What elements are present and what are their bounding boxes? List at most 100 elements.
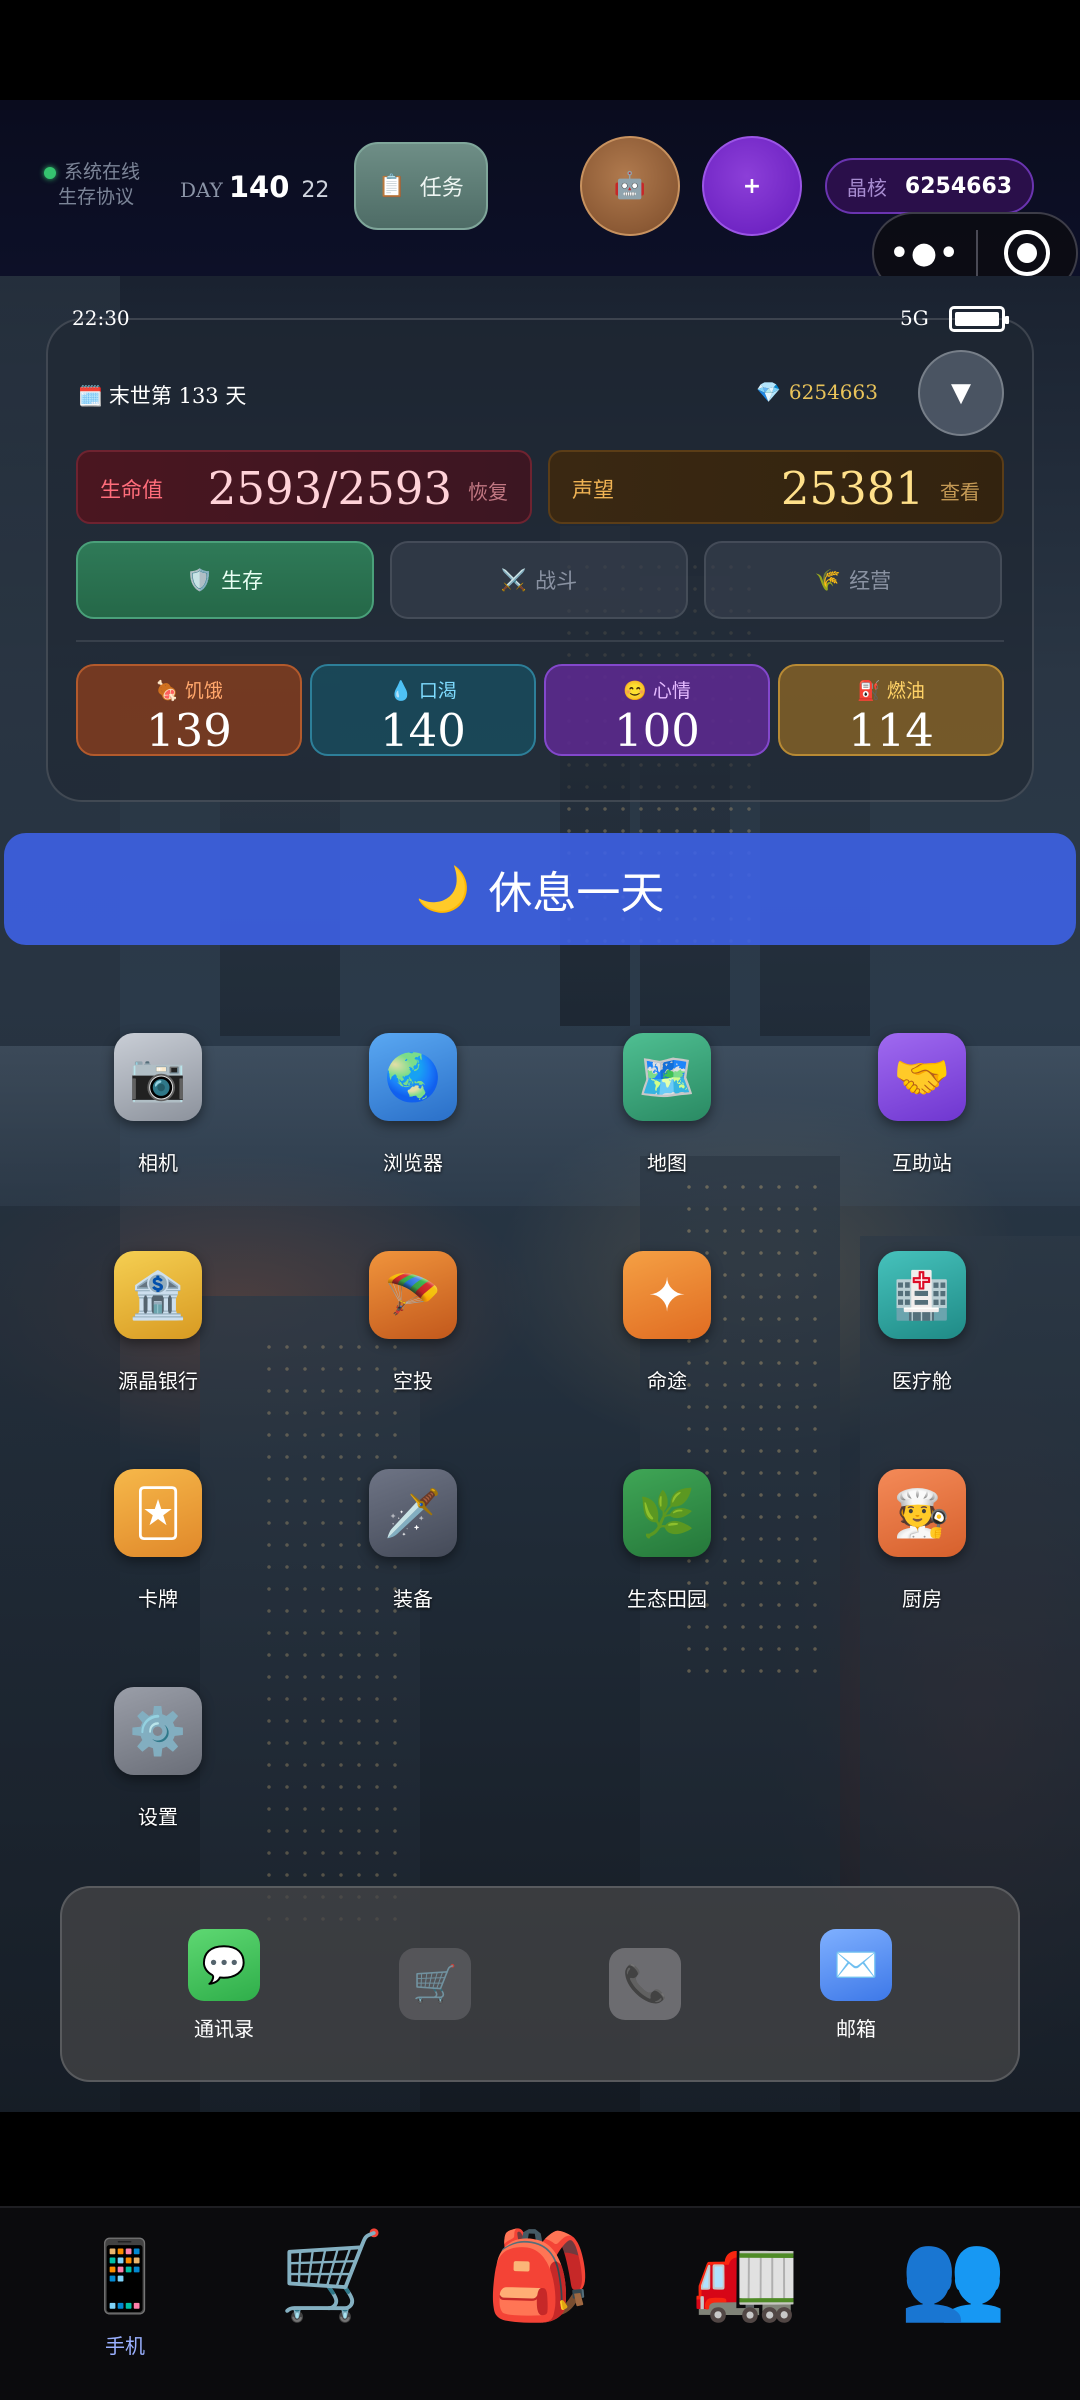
target-icon xyxy=(1004,230,1050,276)
hospital-icon: 🏥 xyxy=(878,1251,966,1339)
app-browser[interactable]: 🌏 浏览器 xyxy=(338,1033,488,1176)
dock-app-label: 通讯录 xyxy=(194,2017,254,2041)
backpack-icon: 🎒 xyxy=(485,2226,593,2326)
hp-stat: 生命值 2593/2593 恢复 xyxy=(76,450,532,524)
fuel-label: 燃油 xyxy=(886,680,925,702)
app-medical-bay[interactable]: 🏥 医疗舱 xyxy=(847,1251,997,1394)
gem-value: 6254663 xyxy=(788,380,878,404)
reputation-view-link[interactable]: 查看 xyxy=(940,476,980,505)
calendar-icon: 🗓️ xyxy=(78,384,103,408)
top-black-bar xyxy=(0,0,1080,100)
app-label: 地图 xyxy=(647,1151,687,1175)
herb-icon: 🌿 xyxy=(623,1469,711,1557)
tab-combat[interactable]: ⚔️ 战斗 xyxy=(390,541,688,619)
card-divider xyxy=(76,640,1004,642)
plus-icon: + xyxy=(742,173,762,199)
fuel-value: 114 xyxy=(848,704,934,757)
shopping-cart-icon: 🛒 xyxy=(399,1948,471,2020)
app-eco-farm[interactable]: 🌿 生态田园 xyxy=(592,1469,742,1612)
crystal-balance[interactable]: 晶核 6254663 xyxy=(825,158,1034,214)
day-counter: DAY 140 22 xyxy=(180,170,329,204)
fuel-stat: ⛽ 燃油 114 xyxy=(778,664,1004,757)
app-label: 互助站 xyxy=(892,1151,952,1175)
more-menu-icon[interactable]: •●• xyxy=(874,236,976,271)
mood-value: 100 xyxy=(614,704,700,757)
app-label: 厨房 xyxy=(902,1587,942,1611)
app-crystal-bank[interactable]: 🏦 源晶银行 xyxy=(83,1251,233,1394)
online-dot-icon xyxy=(44,167,56,179)
chef-icon: 🧑‍🍳 xyxy=(878,1469,966,1557)
add-button[interactable]: + xyxy=(702,136,802,236)
rest-day-button[interactable]: 🌙 休息一天 xyxy=(4,833,1076,945)
nav-backpack[interactable]: 🎒 xyxy=(469,2222,609,2330)
app-settings[interactable]: ⚙️ 设置 xyxy=(83,1687,233,1830)
fuel-pump-icon: ⛽ xyxy=(857,680,881,702)
dock-app-mail[interactable]: ✉️ 邮箱 xyxy=(796,1929,916,2042)
app-label: 相机 xyxy=(138,1151,178,1175)
thirst-label: 口渴 xyxy=(418,680,457,702)
app-label: 生态田园 xyxy=(627,1587,707,1611)
tab-survival[interactable]: 🛡️ 生存 xyxy=(76,541,374,619)
task-label: 任务 xyxy=(419,176,464,201)
dock-app-phone[interactable]: 📞 xyxy=(585,1948,705,2020)
doomsday-label: 末世第 133 天 xyxy=(108,384,247,408)
robot-icon: 🤖 xyxy=(613,171,647,201)
sparkle-icon: ✦ xyxy=(623,1251,711,1339)
nav-phone[interactable]: 📱 手机 xyxy=(55,2222,195,2359)
thirst-stat: 💧 口渴 140 xyxy=(310,664,536,757)
hunger-stat: 🍖 饥饿 139 xyxy=(76,664,302,757)
droplet-icon: 💧 xyxy=(389,680,413,702)
parachute-icon: 🪂 xyxy=(369,1251,457,1339)
handshake-icon: 🤝 xyxy=(878,1033,966,1121)
app-map[interactable]: 🗺️ 地图 xyxy=(592,1033,742,1176)
dagger-icon: 🗡️ xyxy=(369,1469,457,1557)
crystal-label: 晶核 xyxy=(846,175,887,200)
people-icon: 👥 xyxy=(899,2226,1007,2326)
moon-icon: 🌙 xyxy=(415,864,471,915)
mobile-phone-icon: 📱 xyxy=(81,2235,169,2317)
crystal-value: 6254663 xyxy=(904,173,1013,199)
close-miniapp-button[interactable] xyxy=(978,230,1076,276)
gear-icon: ⚙️ xyxy=(114,1687,202,1775)
collapse-button[interactable]: ▼ xyxy=(918,350,1004,436)
app-label: 源晶银行 xyxy=(118,1369,198,1393)
thirst-value: 140 xyxy=(380,704,466,757)
app-cards[interactable]: 🃏 卡牌 xyxy=(83,1469,233,1612)
gem-balance: 💎 6254663 xyxy=(756,380,878,404)
dock-app-contacts[interactable]: 💬 通讯录 xyxy=(164,1929,284,2042)
shield-icon: 🛡️ xyxy=(186,567,214,592)
hp-restore-link[interactable]: 恢复 xyxy=(468,476,508,505)
day-number: 140 xyxy=(228,170,290,204)
nav-team[interactable]: 👥 xyxy=(883,2222,1023,2330)
task-button[interactable]: 📋 任务 xyxy=(354,142,488,230)
tab-manage[interactable]: 🌾 经营 xyxy=(704,541,1002,619)
tab-label: 生存 xyxy=(221,569,264,593)
robot-button[interactable]: 🤖 xyxy=(580,136,680,236)
crossed-swords-icon: ⚔️ xyxy=(500,567,528,592)
battery-icon xyxy=(949,306,1009,332)
app-camera[interactable]: 📷 相机 xyxy=(83,1033,233,1176)
app-kitchen[interactable]: 🧑‍🍳 厨房 xyxy=(847,1469,997,1612)
nav-phone-label: 手机 xyxy=(105,2334,145,2358)
hunger-label: 饥饿 xyxy=(184,680,223,702)
rest-day-label: 休息一天 xyxy=(488,868,665,919)
system-status: 系统在线 生存协议 xyxy=(44,160,140,210)
app-mutual-aid[interactable]: 🤝 互助站 xyxy=(847,1033,997,1176)
nav-truck[interactable]: 🚛 xyxy=(676,2222,816,2330)
dock-app-shop[interactable]: 🛒 xyxy=(375,1948,495,2020)
app-airdrop[interactable]: 🪂 空投 xyxy=(338,1251,488,1394)
day-sub: 22 xyxy=(301,178,330,203)
app-equipment[interactable]: 🗡️ 装备 xyxy=(338,1469,488,1612)
network-label: 5G xyxy=(900,306,929,330)
envelope-icon: ✉️ xyxy=(820,1929,892,2001)
speech-bubble-icon: 💬 xyxy=(188,1929,260,2001)
hp-label: 生命值 xyxy=(100,478,163,502)
app-destiny[interactable]: ✦ 命途 xyxy=(592,1251,742,1394)
status-time: 22:30 xyxy=(72,306,130,330)
wheat-icon: 🌾 xyxy=(814,567,842,592)
dock-app-label: 邮箱 xyxy=(836,2017,876,2041)
map-icon: 🗺️ xyxy=(623,1033,711,1121)
nav-shop[interactable]: 🛒 xyxy=(262,2222,402,2330)
app-label: 设置 xyxy=(138,1805,178,1829)
reputation-value: 25381 xyxy=(780,462,924,515)
